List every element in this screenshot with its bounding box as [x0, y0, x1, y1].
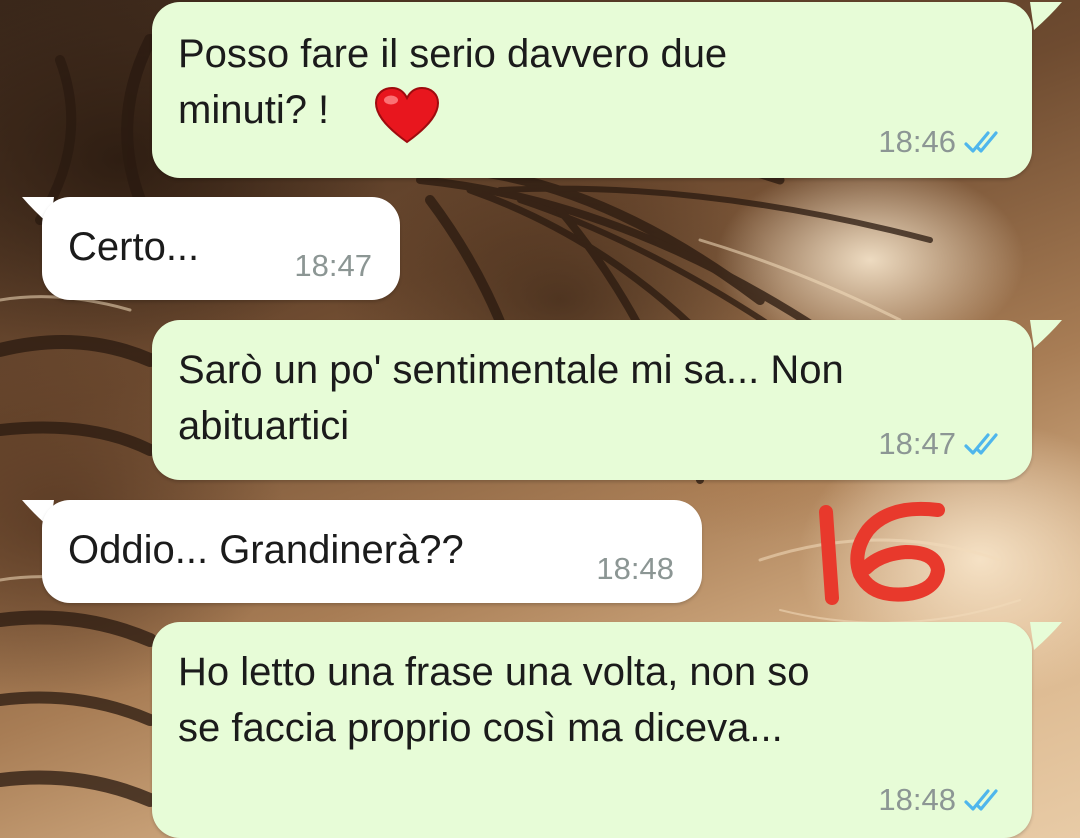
message-bubble-outgoing[interactable]: Ho letto una frase una volta, non so se …	[152, 622, 1032, 838]
message-text: Ho letto una frase una volta, non so se …	[178, 650, 810, 750]
double-check-read-icon	[964, 433, 998, 455]
bubble-tail	[1030, 320, 1062, 348]
handwritten-number-annotation	[819, 501, 945, 605]
bubble-tail	[1030, 622, 1062, 650]
message-text: Posso fare il serio davvero due minuti? …	[178, 32, 728, 132]
message-meta: 18:47	[878, 426, 1010, 462]
message-time: 18:47	[294, 248, 372, 283]
message-meta: 18:48	[878, 782, 1010, 818]
message-meta: 18:47	[294, 248, 372, 284]
message-text: Oddio... Grandinerà??	[68, 528, 464, 572]
message-bubble-outgoing[interactable]: Posso fare il serio davvero due minuti? …	[152, 2, 1032, 178]
message-meta: 18:46	[878, 124, 1010, 160]
double-check-read-icon	[964, 131, 998, 153]
message-time: 18:47	[878, 426, 956, 461]
message-meta: 18:48	[596, 551, 674, 587]
message-bubble-incoming[interactable]: Oddio... Grandinerà?? 18:48	[42, 500, 702, 603]
message-bubble-outgoing[interactable]: Sarò un po' sentimentale mi sa... Non ab…	[152, 320, 1032, 480]
message-time: 18:48	[878, 782, 956, 817]
message-bubble-incoming[interactable]: Certo... 18:47	[42, 197, 400, 300]
message-time: 18:46	[878, 124, 956, 159]
message-time: 18:48	[596, 551, 674, 586]
double-check-read-icon	[964, 789, 998, 811]
heart-emoji-icon	[374, 86, 440, 144]
bubble-tail	[1030, 2, 1062, 30]
